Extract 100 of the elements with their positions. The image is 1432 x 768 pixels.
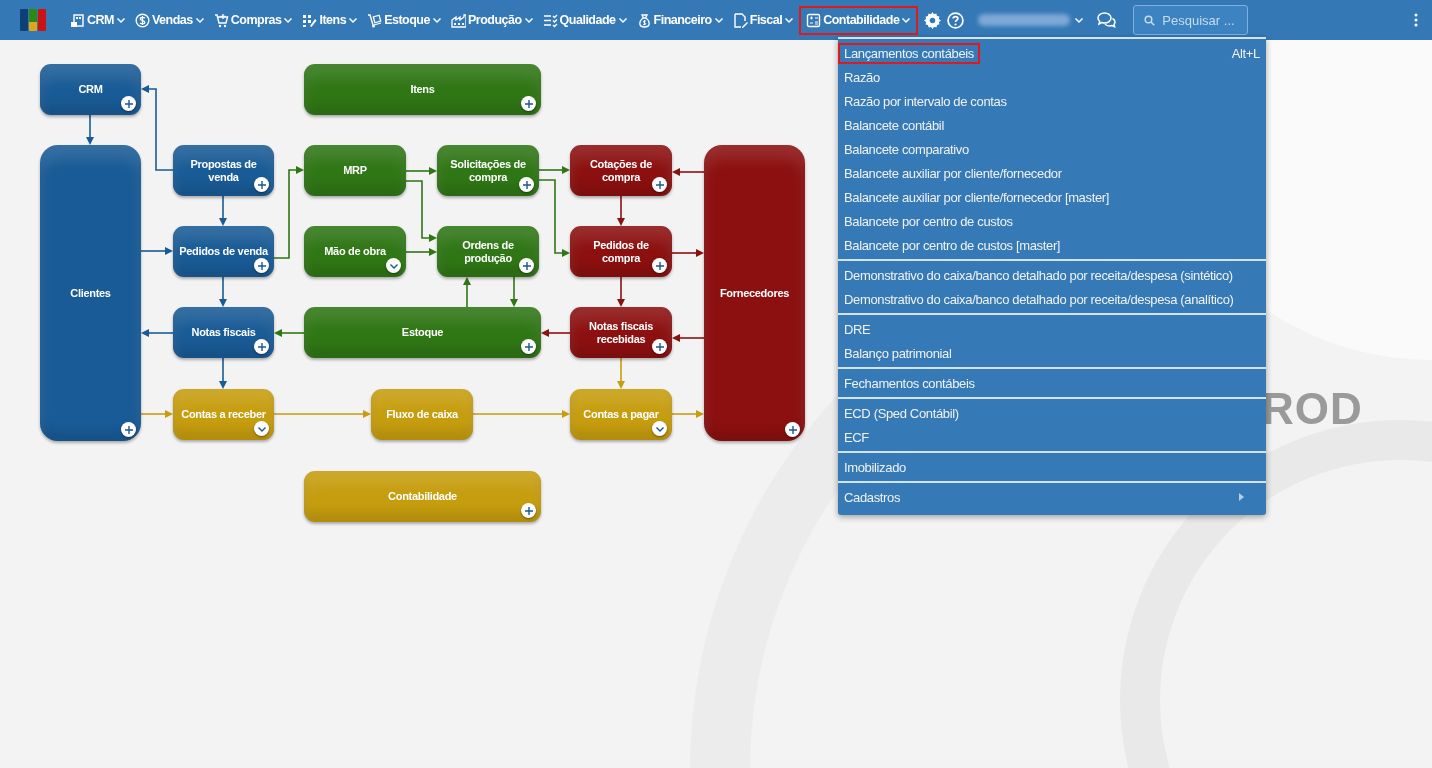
module-node[interactable]: Notas fiscais recebidas [570, 307, 672, 358]
plus-icon[interactable] [254, 339, 269, 354]
module-node[interactable]: CRM [40, 64, 141, 115]
node-label: Contas a receber [181, 408, 266, 421]
cart-icon [213, 12, 229, 28]
nav-menu-button[interactable]: Estoque [363, 5, 446, 35]
plus-icon[interactable] [519, 177, 534, 192]
menu-item[interactable]: Balancete auxiliar por cliente/fornecedor [838, 161, 1266, 185]
checklist-icon [542, 12, 558, 28]
search-field[interactable]: Pesquisar ... [1133, 5, 1249, 35]
node-label: Itens [410, 83, 435, 96]
chevron-down-icon[interactable] [254, 421, 269, 436]
nav-menu-button[interactable]: CRM [66, 5, 130, 35]
menu-item[interactable]: Demonstrativo do caixa/banco detalhado por receita/despesa (sintético) [838, 263, 1266, 287]
more-options-icon[interactable] [1414, 13, 1418, 27]
connector-arrow [140, 247, 173, 255]
node-label: Clientes [70, 286, 111, 300]
plus-icon[interactable] [519, 258, 534, 273]
module-node[interactable]: Contas a receber [173, 389, 274, 440]
connector-arrow [463, 277, 471, 308]
node-label: Notas fiscais [191, 326, 256, 339]
menu-item[interactable]: Balancete contábil [838, 113, 1266, 137]
module-node[interactable]: Fluxo de caixa [371, 389, 473, 440]
chevron-down-icon [713, 15, 724, 25]
nav-menu-button[interactable]: Contabilidade [799, 5, 919, 35]
chevron-down-icon[interactable] [1074, 15, 1085, 25]
settings-icon[interactable] [924, 11, 942, 29]
module-node[interactable]: Contas a pagar [570, 389, 672, 440]
connector-arrow [405, 167, 437, 175]
node-label: Pedidos de venda [179, 245, 268, 258]
module-node[interactable]: Mão de obra [304, 226, 406, 277]
module-node[interactable]: Estoque [304, 307, 541, 358]
menu-item[interactable]: Balanço patrimonial [838, 341, 1266, 365]
plus-icon[interactable] [521, 339, 536, 354]
connector-arrow [541, 329, 571, 337]
menu-item[interactable]: Balancete por centro de custos [master] [838, 233, 1266, 257]
module-node[interactable]: Propostas de venda [173, 145, 274, 196]
connector-arrow [672, 334, 705, 342]
module-node[interactable]: Ordens de produção [437, 226, 539, 277]
node-label: Fluxo de caixa [386, 408, 458, 421]
module-node[interactable]: Fornecedores [704, 145, 805, 441]
submenu-arrow-icon [1239, 493, 1244, 501]
chevron-down-icon [115, 15, 126, 25]
nav-menu-button[interactable]: Fiscal [728, 5, 799, 35]
plus-icon[interactable] [121, 422, 136, 437]
node-label: Pedidos de compra [592, 238, 650, 265]
chevron-down-icon [617, 15, 628, 25]
chevron-down-icon [784, 15, 795, 25]
nav-menu-button[interactable]: Produção [446, 5, 538, 35]
search-icon [1144, 15, 1156, 26]
chevron-down-icon[interactable] [386, 258, 401, 273]
connector-arrow [405, 180, 437, 242]
menu-item[interactable]: Razão por intervalo de contas [838, 89, 1266, 113]
plus-icon[interactable] [652, 177, 667, 192]
nav-menu-button[interactable]: Financeiro [632, 5, 728, 35]
menu-item[interactable]: Demonstrativo do caixa/banco detalhado por receita/despesa (analítico) [838, 287, 1266, 311]
module-node[interactable]: Clientes [40, 145, 141, 441]
module-node[interactable]: Pedidos de venda [173, 226, 274, 277]
nav-menu-button[interactable]: Qualidade [538, 5, 632, 35]
module-node[interactable]: Itens [304, 64, 541, 115]
menu-item[interactable]: Balancete auxiliar por cliente/fornecedor [master] [838, 185, 1266, 209]
nav-menu-button[interactable]: Compras [209, 5, 298, 35]
chevron-down-icon[interactable] [652, 421, 667, 436]
menu-item[interactable]: Lançamentos contábeis Alt+L [838, 41, 1266, 65]
menu-item[interactable]: Imobilizado [838, 455, 1266, 479]
menu-item[interactable]: Balancete comparativo [838, 137, 1266, 161]
plus-icon[interactable] [254, 177, 269, 192]
module-node[interactable]: Notas fiscais [173, 307, 274, 358]
connector-arrow [405, 248, 437, 256]
connector-arrow [617, 195, 625, 226]
plus-icon[interactable] [652, 258, 667, 273]
module-node[interactable]: MRP [304, 145, 406, 196]
module-node[interactable]: Solicitações de compra [437, 145, 539, 196]
plus-icon[interactable] [785, 422, 800, 437]
menu-item[interactable]: DRE [838, 317, 1266, 341]
hand-truck-icon [367, 12, 383, 28]
plus-icon[interactable] [254, 258, 269, 273]
menu-item[interactable]: Balancete por centro de custos [838, 209, 1266, 233]
connector-arrow [538, 166, 570, 174]
plus-icon[interactable] [121, 96, 136, 111]
plus-icon[interactable] [652, 339, 667, 354]
nav-menu-button[interactable]: Itens [298, 5, 363, 35]
module-node[interactable]: Pedidos de compra [570, 226, 672, 277]
help-icon[interactable] [947, 11, 965, 29]
connector-arrow [274, 329, 305, 337]
module-node[interactable]: Cotações de compra [570, 145, 672, 196]
building-icon [70, 12, 85, 28]
dollar-icon [134, 12, 150, 28]
module-node[interactable]: Contabilidade [304, 471, 541, 522]
chat-icon[interactable] [1096, 11, 1118, 29]
node-label: Estoque [401, 326, 444, 339]
connector-arrow [86, 114, 94, 145]
menu-item[interactable]: Cadastros [838, 485, 1266, 509]
nav-menu-button[interactable]: Vendas [130, 5, 209, 35]
menu-item[interactable]: Razão [838, 65, 1266, 89]
node-label: Contabilidade [388, 490, 457, 503]
plus-icon[interactable] [521, 96, 536, 111]
node-label: CRM [78, 83, 103, 96]
node-label: Mão de obra [324, 245, 386, 258]
connector-arrow [672, 168, 705, 176]
